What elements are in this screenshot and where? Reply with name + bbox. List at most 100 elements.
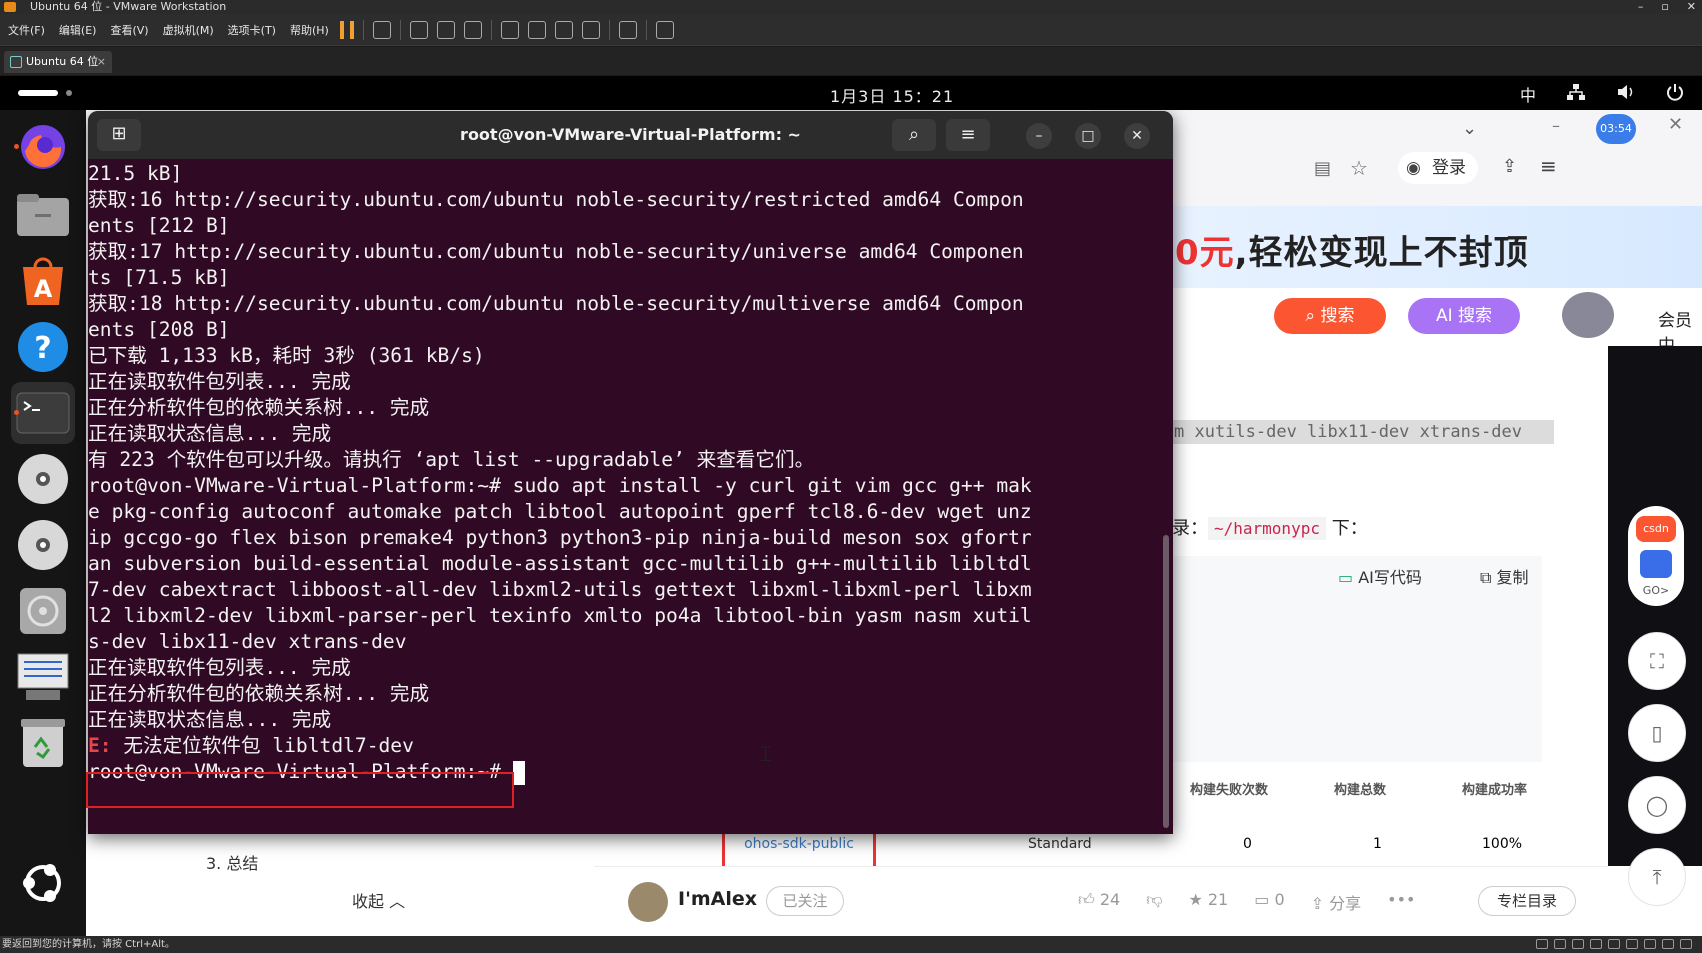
svg-text:A: A [34,275,53,303]
input-method-indicator[interactable]: 中 [1520,82,1536,106]
dock-text-editor[interactable] [11,646,75,708]
star-icon[interactable]: ☆ [1350,156,1368,180]
dock-help[interactable]: ? [11,316,75,378]
like-button[interactable]: 👍︎ 24 [1078,890,1120,914]
menu-help[interactable]: 帮助(H) [290,22,329,38]
network-adapter-icon[interactable] [1590,939,1602,949]
toc-item-summary[interactable]: 3. 总结 [206,850,258,874]
close-icon[interactable]: ✕ [1668,114,1683,135]
comment-count-button[interactable]: ▭ 0 [1254,890,1284,914]
dock-terminal[interactable] [11,382,75,444]
terminal-close-button[interactable]: ✕ [1124,123,1150,149]
vmware-window-title: Ubuntu 64 位 - VMware Workstation [30,0,227,13]
terminal-search-button[interactable]: ⌕ [892,119,936,151]
terminal-line: an subversion build-essential module-ass… [88,552,1032,575]
share-button[interactable]: ⇪ 分享 [1311,890,1362,914]
thumbs-up-icon: 👍︎ [1078,890,1095,909]
cdrom-icon[interactable] [1572,939,1584,949]
share-icon[interactable]: ⇪ [1502,156,1517,177]
thumbnail-icon[interactable] [528,21,546,39]
dock-app-center[interactable]: A [11,250,75,312]
search-button[interactable]: ⌕ 搜索 [1274,298,1386,334]
dock-files[interactable] [11,184,75,246]
terminal-scrollbar[interactable] [1163,535,1169,828]
console-view-icon[interactable] [619,21,637,39]
dock-dvd-1[interactable] [11,448,75,510]
copy-button[interactable]: ⧉ 复制 [1480,564,1529,588]
maximize-icon[interactable]: ▫ [1661,0,1668,14]
display-icon[interactable] [1662,939,1674,949]
pause-icon[interactable] [340,21,354,39]
menu-tabs[interactable]: 选项卡(T) [228,22,276,38]
workspace-dot[interactable] [66,90,72,96]
volume-icon[interactable] [1616,83,1636,105]
avatar[interactable] [1562,292,1614,338]
printer-icon[interactable] [1644,939,1656,949]
close-icon[interactable]: ✕ [1687,0,1696,14]
sound-icon[interactable] [1626,939,1638,949]
back-to-top-button[interactable]: ⤒ [1628,848,1686,906]
search-icon: ⌕ [908,124,920,145]
th-failures[interactable]: 构建失败次数 [1190,779,1268,798]
dislike-button[interactable]: 👎︎ [1146,890,1162,914]
snapshot-manager-icon[interactable] [464,21,482,39]
menu-icon[interactable]: ≡ [1540,154,1557,178]
terminal-minimize-button[interactable]: – [1026,123,1052,149]
terminal-headerbar: ⊞ root@von-VMware-Virtual-Platform: ~ ⌕ … [88,111,1173,159]
ai-search-button[interactable]: AI 搜索 [1408,298,1520,334]
collapse-button[interactable]: 收起 ︿ [352,888,405,912]
dock-dvd-2[interactable] [11,514,75,576]
timer-badge[interactable]: 03:54 [1596,114,1636,144]
library-icon[interactable] [501,21,519,39]
unity-icon[interactable] [582,21,600,39]
menu-edit[interactable]: 编辑(E) [59,22,97,38]
fullscreen-icon[interactable] [656,21,674,39]
follow-button[interactable]: 已关注 [766,886,844,916]
column-toc-button[interactable]: 专栏目录 [1478,886,1576,916]
terminal-output[interactable]: 21.5 kB] 获取:16 http://security.ubuntu.co… [88,159,1173,834]
toolbar-divider [363,20,364,40]
mobile-view-button[interactable]: ▯ [1628,704,1686,762]
more-button[interactable]: ••• [1387,890,1415,914]
minimize-icon[interactable]: – [1638,0,1644,14]
network-icon[interactable] [1566,83,1586,105]
vm-tab-ubuntu[interactable]: Ubuntu 64 位 × [4,51,112,73]
terminal-maximize-button[interactable]: □ [1075,123,1101,149]
clock[interactable]: 1月3日 15：21 [830,83,954,107]
menu-view[interactable]: 查看(V) [110,22,148,38]
favorite-button[interactable]: ★ 21 [1188,890,1228,914]
terminal-line: root@von-VMware-Virtual-Platform:~# sudo… [88,474,1032,497]
message-icon[interactable] [1680,939,1692,949]
author-name[interactable]: I'mAlex [678,888,757,910]
terminal-window[interactable]: ⊞ root@von-VMware-Virtual-Platform: ~ ⌕ … [88,111,1173,834]
dock-trash[interactable] [11,712,75,774]
th-total[interactable]: 构建总数 [1334,779,1386,798]
close-icon[interactable]: × [97,51,106,73]
reader-mode-icon[interactable]: ▤ [1314,158,1331,179]
ai-code-button[interactable]: ▭ AI写代码 [1338,564,1422,588]
dock-firefox[interactable] [11,116,75,178]
csdn-widget[interactable]: csdn GO> [1628,506,1684,606]
revert-snapshot-icon[interactable] [437,21,455,39]
fullscreen-button[interactable]: ⛶ [1628,632,1686,690]
minimize-icon[interactable]: – [1552,116,1560,135]
dock-drive[interactable] [11,580,75,642]
fit-window-icon[interactable] [555,21,573,39]
cdrom-icon[interactable] [1554,939,1566,949]
menu-vm[interactable]: 虚拟机(M) [163,22,214,38]
terminal-menu-button[interactable]: ≡ [946,119,990,151]
power-icon[interactable] [1666,83,1684,105]
activities-indicator[interactable] [18,90,58,96]
author-avatar[interactable] [628,882,668,922]
comment-button[interactable]: ◯ [1628,776,1686,834]
vmware-tabbar: Ubuntu 64 位 × [0,47,1702,75]
usb-icon[interactable] [1608,939,1620,949]
login-button[interactable]: ◉ 登录 [1398,152,1478,184]
thumbs-down-icon: 👎︎ [1146,890,1163,909]
hdd-icon[interactable] [1536,939,1548,949]
snapshot-icon[interactable] [410,21,428,39]
show-apps-button[interactable] [11,852,75,914]
menu-file[interactable]: 文件(F) [8,22,45,38]
send-ctrl-alt-del-icon[interactable] [373,21,391,39]
chevron-down-icon[interactable]: ⌄ [1462,118,1477,139]
